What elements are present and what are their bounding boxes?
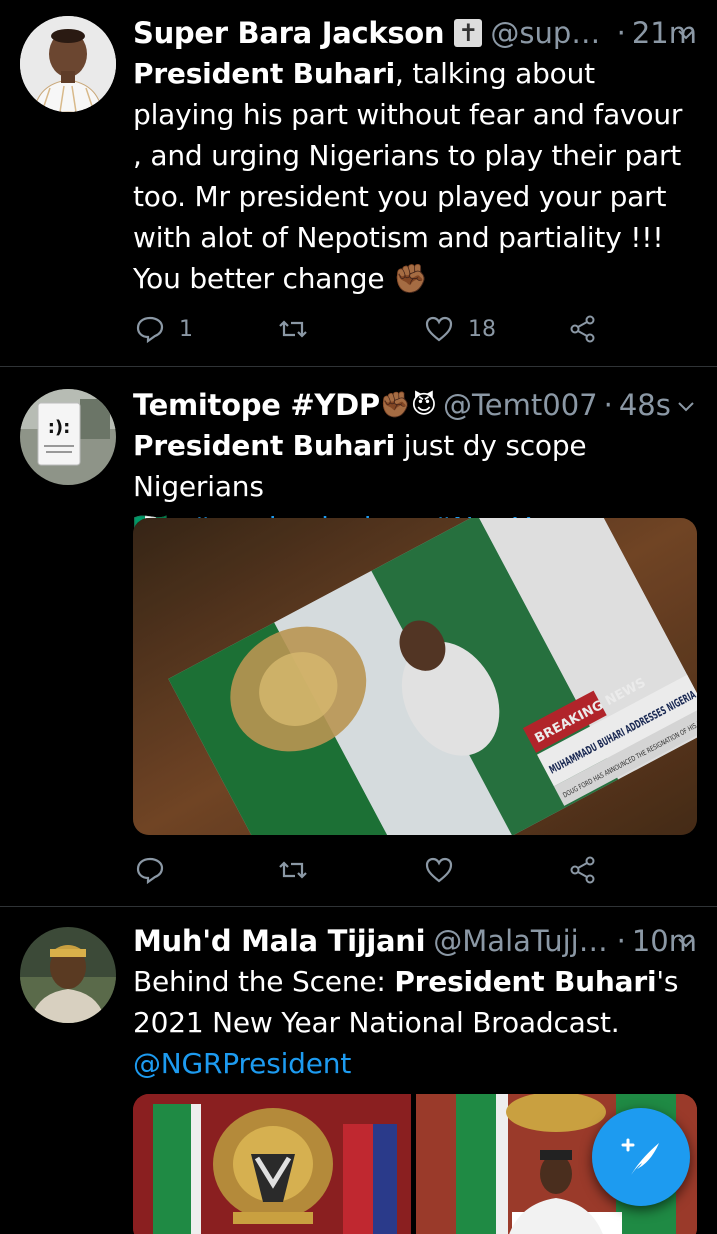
separator-dot: · (603, 388, 613, 422)
heart-icon (425, 857, 453, 883)
compose-tweet-button[interactable] (592, 1108, 690, 1206)
tweet-text: President Buhari, talking about playing … (133, 53, 697, 299)
share-icon (570, 856, 595, 884)
avatar[interactable] (20, 927, 116, 1023)
share-icon (570, 315, 595, 343)
tweet-body: , talking about playing his part without… (133, 57, 683, 295)
chevron-down-icon[interactable] (675, 23, 697, 45)
svg-text::):: :): (48, 417, 71, 438)
like-count: 18 (468, 316, 496, 342)
author-emoji: ✊🏾😈 (379, 390, 437, 419)
reply-button[interactable]: 1 (135, 314, 193, 344)
bold-keyword: President Buhari (394, 965, 657, 998)
like-button[interactable] (424, 855, 454, 885)
author-handle[interactable]: @supa... (490, 16, 610, 50)
share-button[interactable] (568, 314, 598, 344)
retweet-icon (279, 861, 307, 879)
author-emoji: ✝ (454, 19, 483, 47)
chevron-down-icon[interactable] (675, 931, 697, 953)
separator-dot: · (616, 924, 626, 958)
reply-count: 1 (179, 316, 193, 342)
retweet-button[interactable] (278, 855, 308, 885)
author-handle[interactable]: @MalaTujja... (433, 924, 610, 958)
tweet-media-image[interactable]: BREAKING NEWS MUHAMMADU BUHARI ADDRESSES… (133, 518, 697, 835)
tweet-header: Muh'd Mala Tijjani @MalaTujja... · 10m (133, 921, 697, 961)
mention-link[interactable]: @NGRPresident (133, 1047, 351, 1080)
retweet-icon (279, 320, 307, 338)
compose-tweet-icon (621, 1138, 659, 1175)
tweet-1[interactable]: Super Bara Jackson ✝ @supa... · 21m Pres… (0, 0, 717, 367)
heart-icon (425, 316, 453, 342)
reply-icon (136, 857, 164, 885)
tweet-header: Temitope #YDP ✊🏾😈 @Temt007 · 48s (133, 385, 697, 425)
tweet-text: Behind the Scene: President Buhari's 202… (133, 961, 697, 1084)
bold-keyword: President Buhari (133, 429, 395, 462)
share-button[interactable] (568, 855, 598, 885)
tweet-media-image[interactable] (133, 1094, 411, 1234)
reply-button[interactable] (135, 855, 165, 885)
author-name[interactable]: Temitope #YDP (133, 388, 380, 422)
tweet-body: Behind the Scene: (133, 965, 395, 998)
timestamp[interactable]: 48s (619, 388, 671, 422)
tweet-header: Super Bara Jackson ✝ @supa... · 21m (133, 13, 697, 53)
avatar[interactable]: :): (20, 389, 116, 485)
author-name[interactable]: Super Bara Jackson (133, 16, 445, 50)
separator-dot: · (616, 16, 626, 50)
tweet-2[interactable]: :): Temitope #YDP ✊🏾😈 @Temt007 · 48s Pre… (0, 367, 717, 907)
reply-icon (136, 316, 164, 344)
like-button[interactable]: 18 (424, 314, 496, 344)
author-handle[interactable]: @Temt007 (443, 388, 598, 422)
retweet-button[interactable] (278, 314, 322, 344)
avatar[interactable] (20, 16, 116, 112)
fist-emoji: ✊🏾 (393, 262, 428, 295)
bold-keyword: President Buhari (133, 57, 395, 90)
chevron-down-icon[interactable] (675, 395, 697, 417)
author-name[interactable]: Muh'd Mala Tijjani (133, 924, 426, 958)
